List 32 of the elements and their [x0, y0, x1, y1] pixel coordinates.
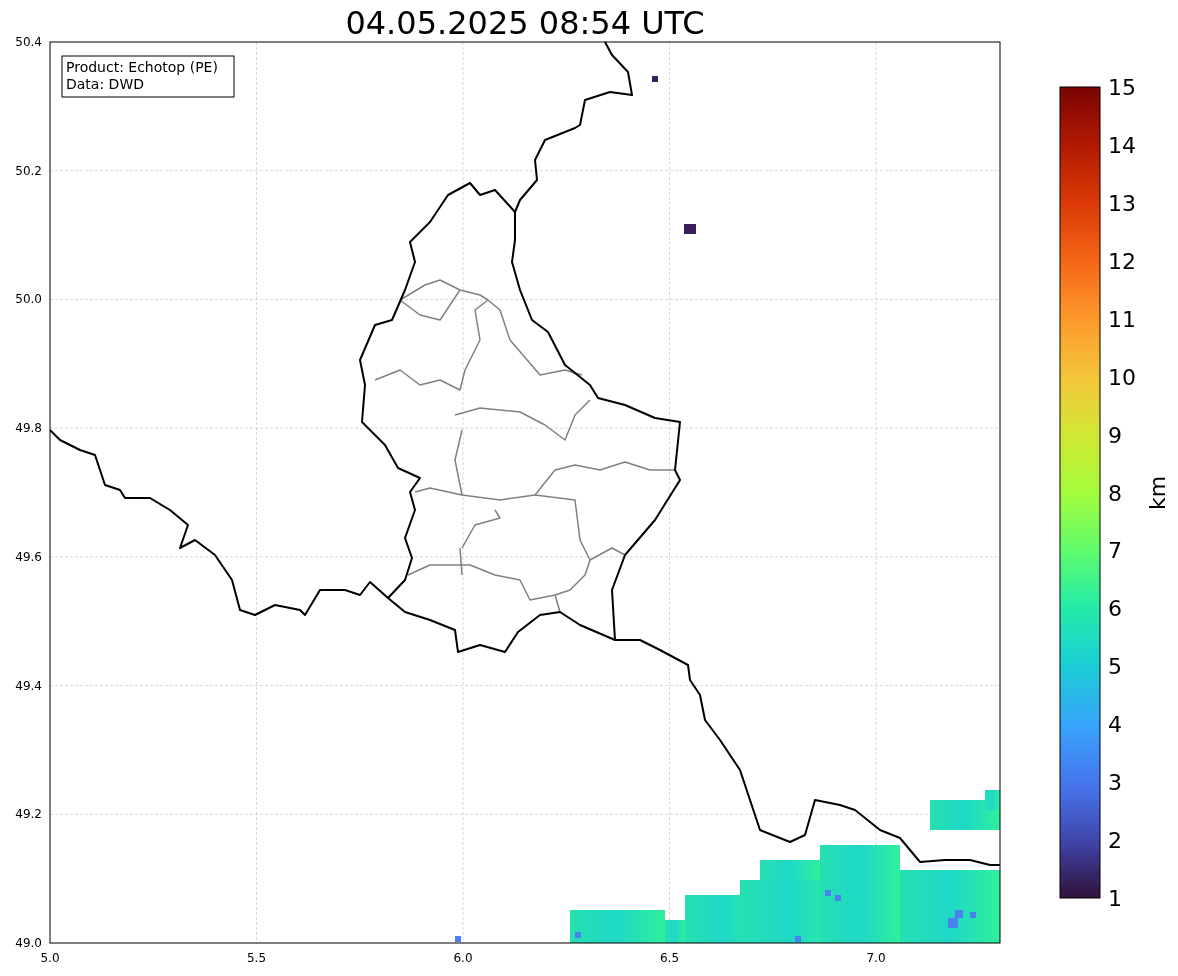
- x-tick-label: 5.0: [40, 951, 60, 965]
- colorbar-tick-label: 4: [1108, 712, 1122, 738]
- colorbar-tick-label: 8: [1108, 480, 1122, 506]
- y-tick-label: 49.0: [15, 936, 42, 951]
- y-tick-label: 50.2: [15, 163, 42, 178]
- colorbar-tick-label: 15: [1108, 75, 1136, 100]
- colorbar-tick-label: 11: [1108, 306, 1136, 332]
- legend-text: Data: DWD: [66, 76, 144, 92]
- colorbar-tick-label: 13: [1108, 190, 1136, 216]
- y-tick-label: 49.6: [15, 549, 42, 564]
- colorbar-tick-label: 7: [1108, 538, 1122, 564]
- colorbar-tick-label: 10: [1108, 364, 1136, 390]
- x-tick-label: 6.0: [453, 951, 473, 965]
- colorbar-tick-label: 1: [1108, 886, 1122, 911]
- y-tick-label: 49.8: [15, 421, 42, 436]
- y-tick-label: 49.2: [15, 807, 42, 822]
- colorbar-tick-label: 3: [1108, 770, 1122, 796]
- y-tick-label: 50.0: [15, 292, 42, 307]
- y-tick-label: 50.4: [15, 35, 42, 49]
- colorbar-tick-label: 14: [1108, 132, 1136, 158]
- legend-text: Product: Echotop (PE): [66, 59, 218, 75]
- x-tick-label: 6.5: [659, 951, 680, 965]
- colorbar-tick-label: 2: [1108, 828, 1122, 854]
- colorbar-tick-label: 6: [1108, 596, 1122, 622]
- chart-title: 04.05.2025 08:54 UTC: [345, 4, 705, 42]
- y-tick-label: 49.4: [15, 678, 42, 693]
- colorbar-tick-label: 5: [1108, 654, 1122, 680]
- colorbar-tick-label: 9: [1108, 422, 1122, 448]
- x-tick-label: 5.5: [246, 951, 267, 965]
- x-tick-label: 7.0: [866, 951, 886, 965]
- colorbar-label: km: [1145, 475, 1170, 511]
- colorbar-tick-label: 12: [1108, 248, 1136, 274]
